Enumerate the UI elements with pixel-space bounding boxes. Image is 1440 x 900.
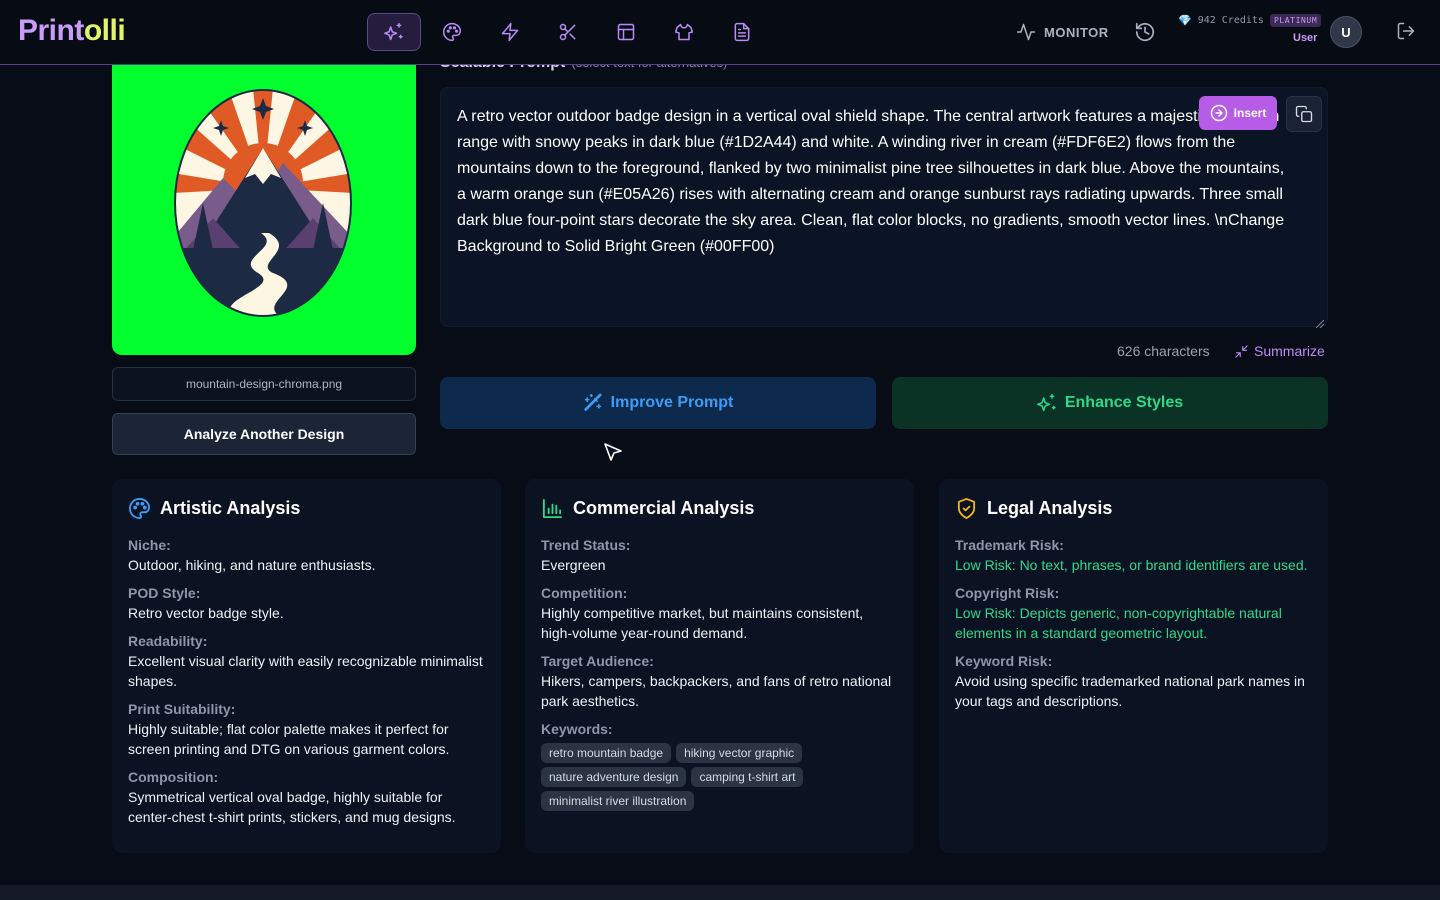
brand-logo[interactable]: Printolli (18, 14, 126, 48)
history-button[interactable] (1134, 21, 1156, 48)
prompt-text[interactable]: A retro vector outdoor badge design in a… (457, 104, 1287, 260)
legal-analysis-card: Legal Analysis Trademark Risk: Low Risk:… (939, 479, 1328, 853)
user-role: User (1293, 32, 1318, 44)
logout-button[interactable] (1396, 21, 1416, 46)
nav-bolt-button[interactable] (483, 13, 537, 51)
sparkles-icon (384, 22, 403, 41)
credits-display: 💎 942 Credits PLATINUM (1178, 14, 1322, 27)
keyword-tag[interactable]: minimalist river illustration (541, 791, 695, 811)
bolt-icon (501, 22, 519, 42)
nav-layout-button[interactable] (599, 13, 653, 51)
document-icon (734, 22, 750, 42)
scissors-icon (559, 23, 576, 41)
palette-icon (443, 22, 462, 42)
field-label: Composition: (128, 769, 219, 785)
keyword-tags: retro mountain badge hiking vector graph… (541, 743, 841, 811)
insert-button[interactable]: Insert (1199, 96, 1277, 130)
card-title: Legal Analysis (987, 498, 1113, 518)
field-label: Trend Status: (541, 537, 631, 553)
design-preview (112, 54, 416, 355)
filename-label: mountain-design-chroma.png (112, 367, 416, 401)
plan-badge: PLATINUM (1269, 14, 1322, 27)
top-nav: Printolli MONITOR 💎 942 Credits PLATINUM… (0, 0, 1440, 65)
field-value: Hikers, campers, backpackers, and fans o… (541, 673, 892, 709)
tshirt-icon (674, 23, 694, 41)
logout-icon (1397, 22, 1415, 40)
minimize-arrows-icon (1235, 344, 1248, 358)
field-label: Print Suitability: (128, 701, 236, 717)
keyword-tag[interactable]: camping t-shirt art (691, 767, 804, 787)
card-header: Artistic Analysis (128, 497, 485, 520)
resize-handle[interactable] (1315, 315, 1325, 329)
insert-label: Insert (1233, 106, 1267, 120)
field-label: Competition: (541, 585, 628, 601)
card-title: Commercial Analysis (573, 498, 755, 518)
nav-tshirt-button[interactable] (657, 13, 711, 51)
artistic-analysis-card: Artistic Analysis Niche: Outdoor, hiking… (112, 479, 501, 853)
field-value: Low Risk: Depicts generic, non-copyright… (955, 605, 1282, 641)
credits-count: 942 Credits (1197, 15, 1264, 26)
keywords-label: Keywords: (541, 721, 613, 737)
field-value: Retro vector badge style. (128, 605, 284, 621)
field-label: Keyword Risk: (955, 653, 1053, 669)
field-value: Low Risk: No text, phrases, or brand ide… (955, 557, 1308, 573)
keyword-tag[interactable]: hiking vector graphic (676, 743, 803, 763)
analyze-another-button[interactable]: Analyze Another Design (112, 413, 416, 455)
nav-sparkles-button[interactable] (367, 13, 421, 51)
field-value: Avoid using specific trademarked nationa… (955, 673, 1305, 709)
field-value: Highly suitable; flat color palette make… (128, 721, 450, 757)
nav-palette-button[interactable] (425, 13, 479, 51)
nav-document-button[interactable] (715, 13, 769, 51)
field-label: Readability: (128, 633, 208, 649)
layout-icon (617, 23, 635, 41)
commercial-analysis-card: Commercial Analysis Trend Status: Evergr… (525, 479, 914, 853)
summarize-label: Summarize (1254, 343, 1325, 359)
field-value: Symmetrical vertical oval badge, highly … (128, 789, 456, 825)
field-value: Evergreen (541, 557, 606, 573)
card-header: Commercial Analysis (541, 497, 898, 520)
keyword-tag[interactable]: nature adventure design (541, 767, 687, 787)
field-label: Target Audience: (541, 653, 654, 669)
mountain-badge-image (174, 89, 352, 317)
field-label: Trademark Risk: (955, 537, 1064, 553)
footer-strip (0, 885, 1440, 900)
copy-icon (1295, 105, 1313, 123)
arrow-circle-right-icon (1210, 104, 1227, 122)
field-label: Copyright Risk: (955, 585, 1060, 601)
character-count: 626 characters (1117, 343, 1210, 359)
nav-scissors-button[interactable] (541, 13, 595, 51)
monitor-link[interactable]: MONITOR (1016, 22, 1109, 42)
diamond-icon: 💎 (1178, 14, 1192, 27)
shield-check-icon (957, 498, 976, 519)
enhance-styles-label: Enhance Styles (1064, 394, 1184, 411)
improve-prompt-button[interactable]: Improve Prompt (440, 377, 876, 429)
history-icon (1135, 22, 1155, 42)
field-label: POD Style: (128, 585, 201, 601)
card-title: Artistic Analysis (160, 498, 301, 518)
avatar[interactable]: U (1330, 16, 1362, 48)
summarize-button[interactable]: Summarize (1234, 343, 1325, 359)
nav-icon-group (367, 13, 769, 51)
monitor-label: MONITOR (1044, 24, 1109, 40)
card-header: Legal Analysis (955, 497, 1312, 520)
bar-chart-icon (542, 498, 563, 519)
field-value: Excellent visual clarity with easily rec… (128, 653, 483, 689)
activity-icon (1016, 23, 1036, 41)
mouse-cursor-icon (604, 443, 622, 461)
field-label: Niche: (128, 537, 171, 553)
field-value: Highly competitive market, but maintains… (541, 605, 864, 641)
magic-wand-icon (583, 393, 602, 411)
enhance-styles-button[interactable]: Enhance Styles (892, 377, 1328, 429)
palette-icon (129, 498, 150, 519)
keyword-tag[interactable]: retro mountain badge (541, 743, 672, 763)
resize-grip-icon (1315, 319, 1325, 329)
copy-button[interactable] (1286, 96, 1322, 132)
prompt-textarea[interactable]: A retro vector outdoor badge design in a… (440, 87, 1328, 329)
improve-prompt-label: Improve Prompt (610, 394, 734, 411)
field-value: Outdoor, hiking, and nature enthusiasts. (128, 557, 376, 573)
sparkles-icon (1036, 393, 1056, 412)
